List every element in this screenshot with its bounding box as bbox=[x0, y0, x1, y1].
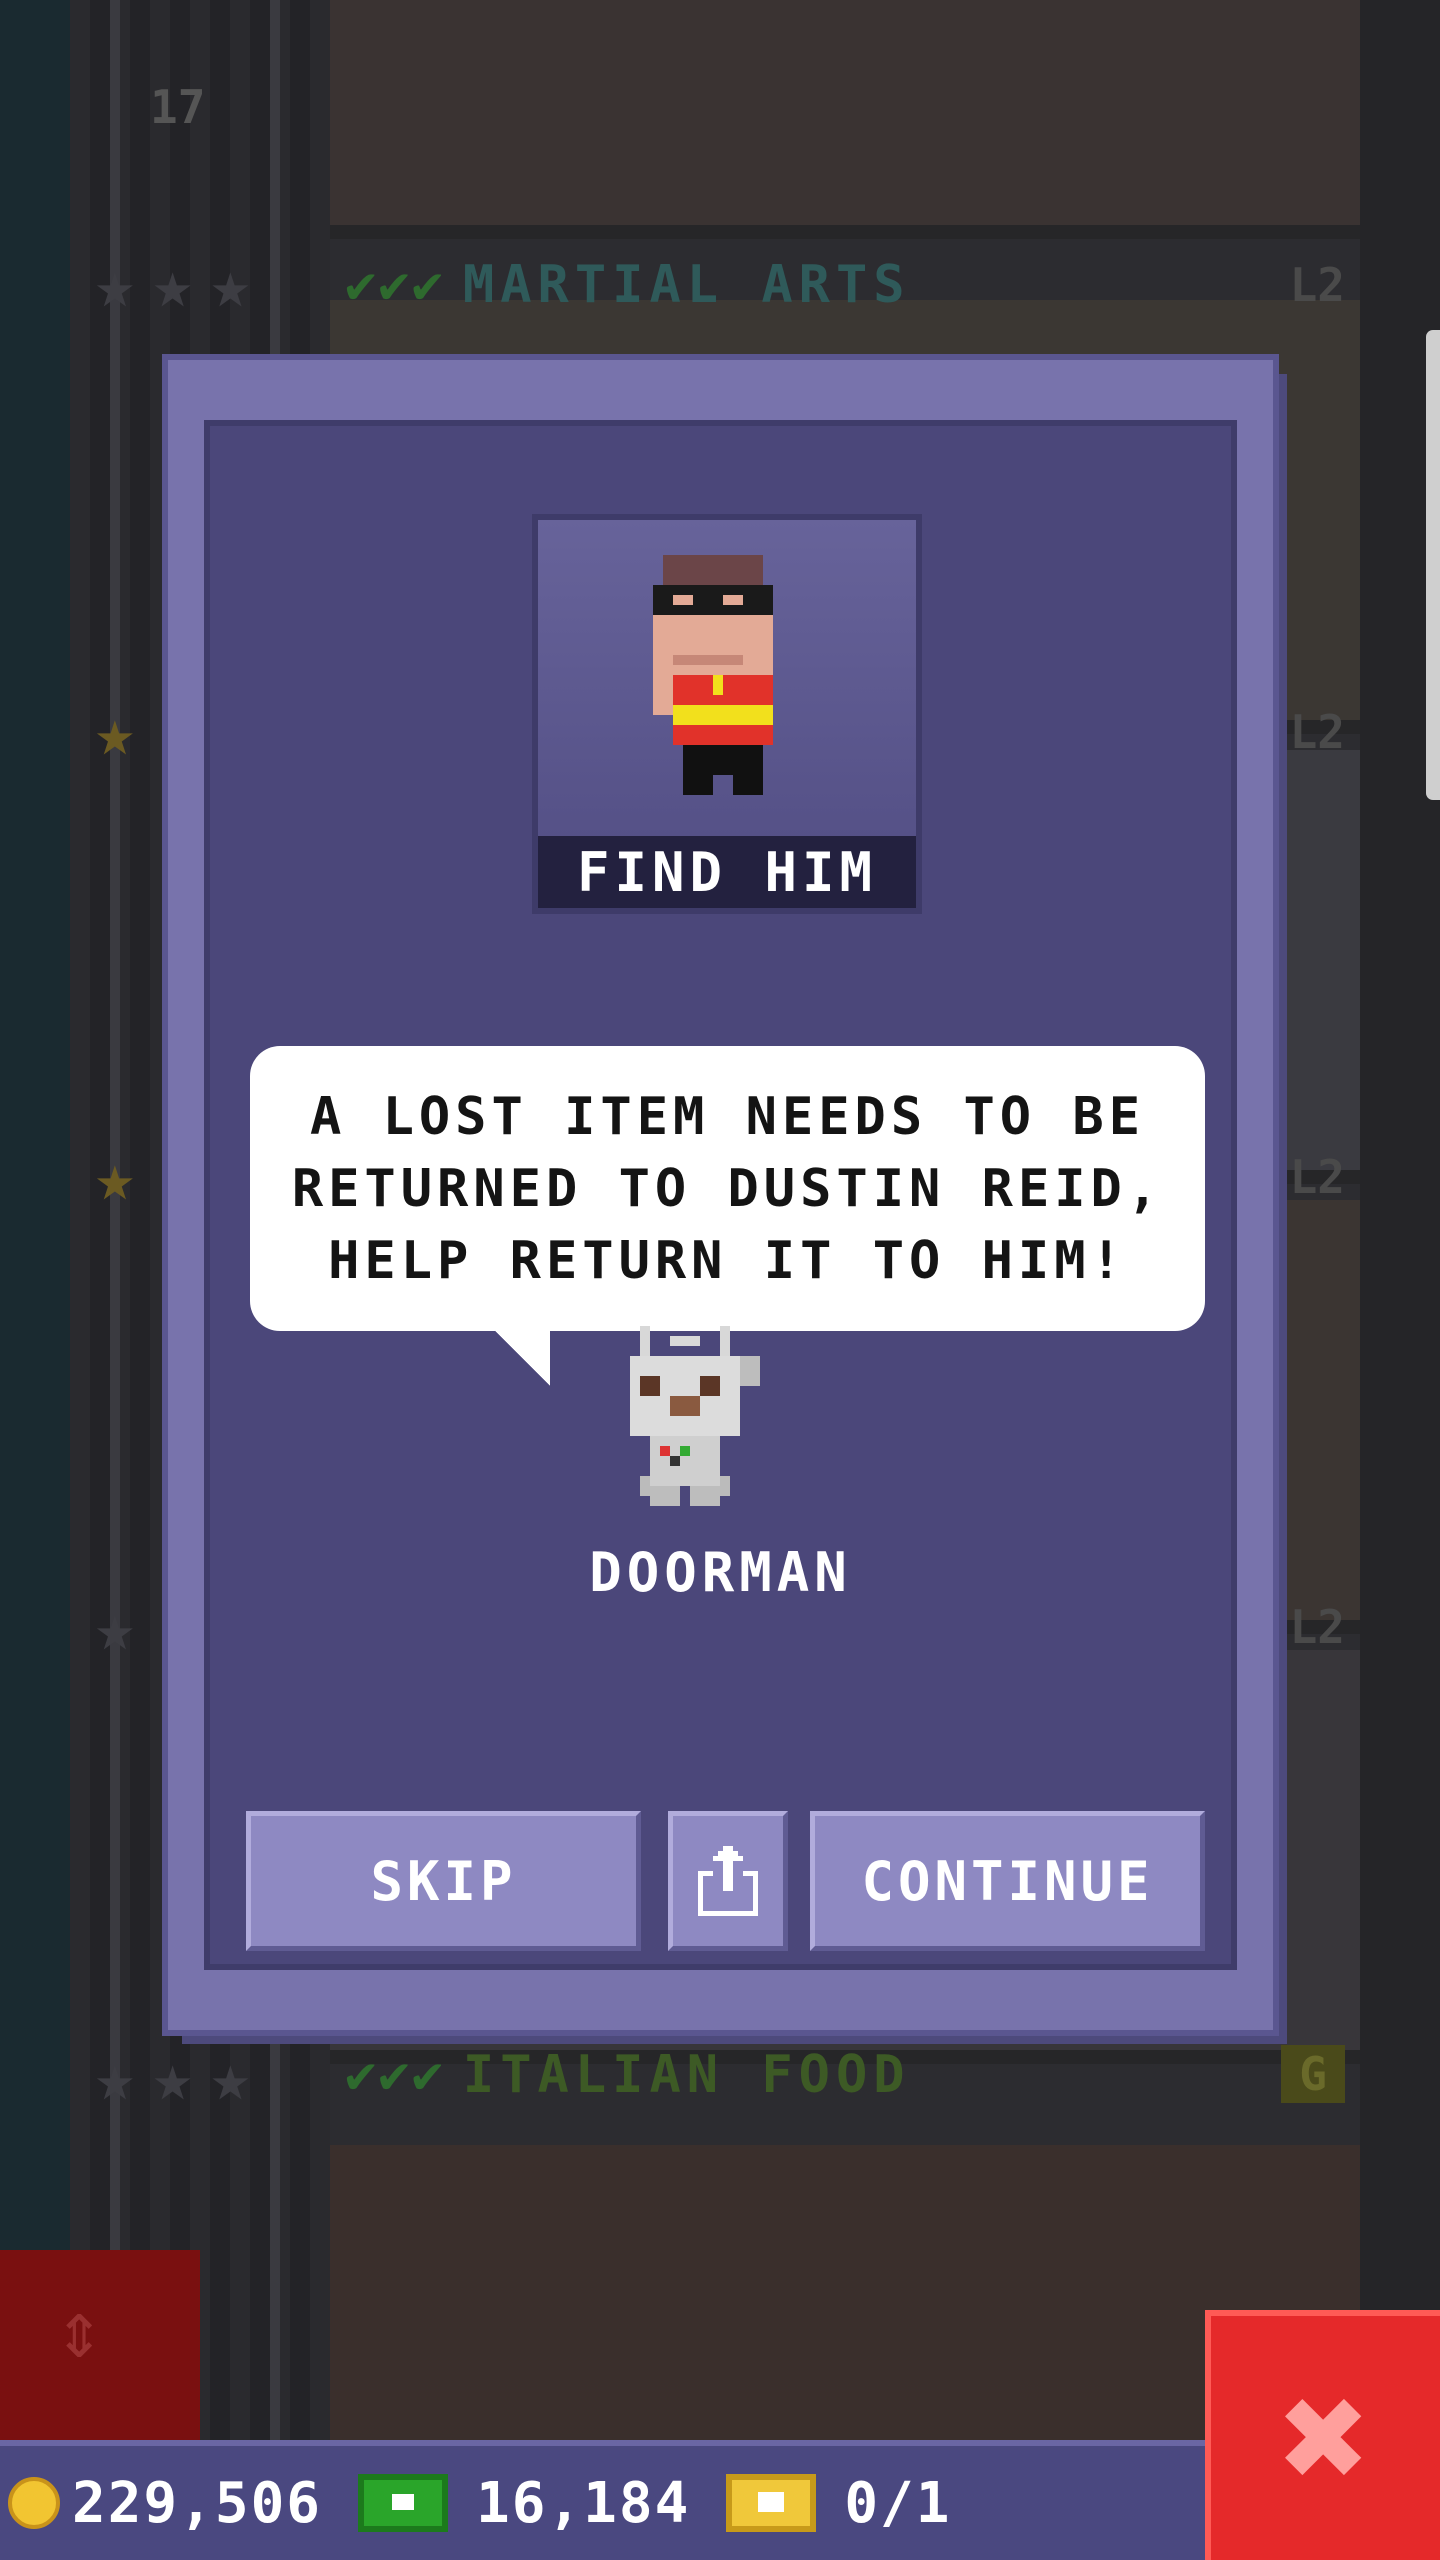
skip-button[interactable]: SKIP bbox=[246, 1811, 641, 1951]
coin-icon bbox=[8, 2477, 60, 2529]
star-icon: ★ bbox=[95, 246, 135, 323]
coins-counter: 229,506 bbox=[0, 2471, 322, 2536]
floor-stars: ★ ★ ★ bbox=[95, 2045, 250, 2111]
floor-number: 17 bbox=[150, 80, 206, 134]
golden-ticket-icon bbox=[726, 2474, 817, 2532]
floor-stars: ★ ★ ★ bbox=[95, 252, 250, 318]
star-icon: ★ bbox=[95, 2039, 135, 2116]
star-icon: ★ bbox=[95, 1589, 135, 1666]
continue-button[interactable]: CONTINUE bbox=[810, 1811, 1205, 1951]
dustin-reid-avatar bbox=[653, 555, 773, 795]
target-portrait: FIND HIM bbox=[532, 514, 922, 914]
star-icon: ★ bbox=[95, 694, 135, 771]
tickets-counter[interactable]: 0/1 bbox=[690, 2471, 951, 2536]
speech-bubble-tail bbox=[490, 1326, 550, 1386]
up-down-arrow-icon: ⇕ bbox=[55, 2283, 104, 2376]
coins-value: 229,506 bbox=[72, 2470, 323, 2536]
star-icon: ★ bbox=[210, 246, 251, 323]
portrait-label: FIND HIM bbox=[538, 836, 916, 908]
bux-value: 16,184 bbox=[476, 2470, 691, 2536]
elevator-button[interactable]: ⇕ bbox=[0, 2250, 200, 2440]
scroll-handle[interactable] bbox=[1426, 330, 1440, 800]
star-icon: ★ bbox=[210, 2039, 251, 2116]
mission-dialog-panel: FIND HIM A LOST ITEM NEEDS TO BE RETURNE… bbox=[204, 420, 1237, 1970]
floor-stars: ★ bbox=[95, 700, 135, 766]
speech-bubble: A LOST ITEM NEEDS TO BE RETURNED TO DUST… bbox=[250, 1046, 1205, 1331]
close-icon: ✖ bbox=[1280, 2351, 1371, 2525]
check-icon: ✔✔✔ bbox=[345, 2045, 445, 2105]
level-tag: L2 bbox=[1289, 1600, 1345, 1654]
floor-stars: ★ bbox=[95, 1595, 135, 1661]
bux-icon bbox=[358, 2474, 449, 2532]
room-label-martial-arts: ✔✔✔ MARTIAL ARTS bbox=[345, 255, 911, 315]
doorman-robot-avatar bbox=[630, 1326, 760, 1506]
star-icon: ★ bbox=[95, 1139, 135, 1216]
star-icon: ★ bbox=[152, 246, 193, 323]
close-button[interactable]: ✖ bbox=[1205, 2310, 1440, 2560]
mission-dialog: FIND HIM A LOST ITEM NEEDS TO BE RETURNE… bbox=[168, 360, 1273, 2030]
left-shaft bbox=[0, 0, 70, 2440]
star-icon: ★ bbox=[152, 2039, 193, 2116]
room-label-italian-food: ✔✔✔ ITALIAN FOOD bbox=[345, 2045, 911, 2105]
tickets-value: 0/1 bbox=[844, 2470, 952, 2536]
bux-counter[interactable]: 16,184 bbox=[322, 2471, 690, 2536]
level-tag: L2 bbox=[1289, 705, 1345, 759]
npc-name: DOORMAN bbox=[589, 1541, 852, 1604]
room-martial-arts[interactable] bbox=[330, 0, 1360, 239]
share-button[interactable] bbox=[668, 1811, 788, 1951]
share-icon bbox=[698, 1846, 758, 1916]
floor-stars: ★ bbox=[95, 1145, 135, 1211]
check-icon: ✔✔✔ bbox=[345, 255, 445, 315]
level-tag: L2 bbox=[1289, 1150, 1345, 1204]
level-tag: G bbox=[1281, 2045, 1345, 2103]
level-tag: L2 bbox=[1289, 258, 1345, 312]
